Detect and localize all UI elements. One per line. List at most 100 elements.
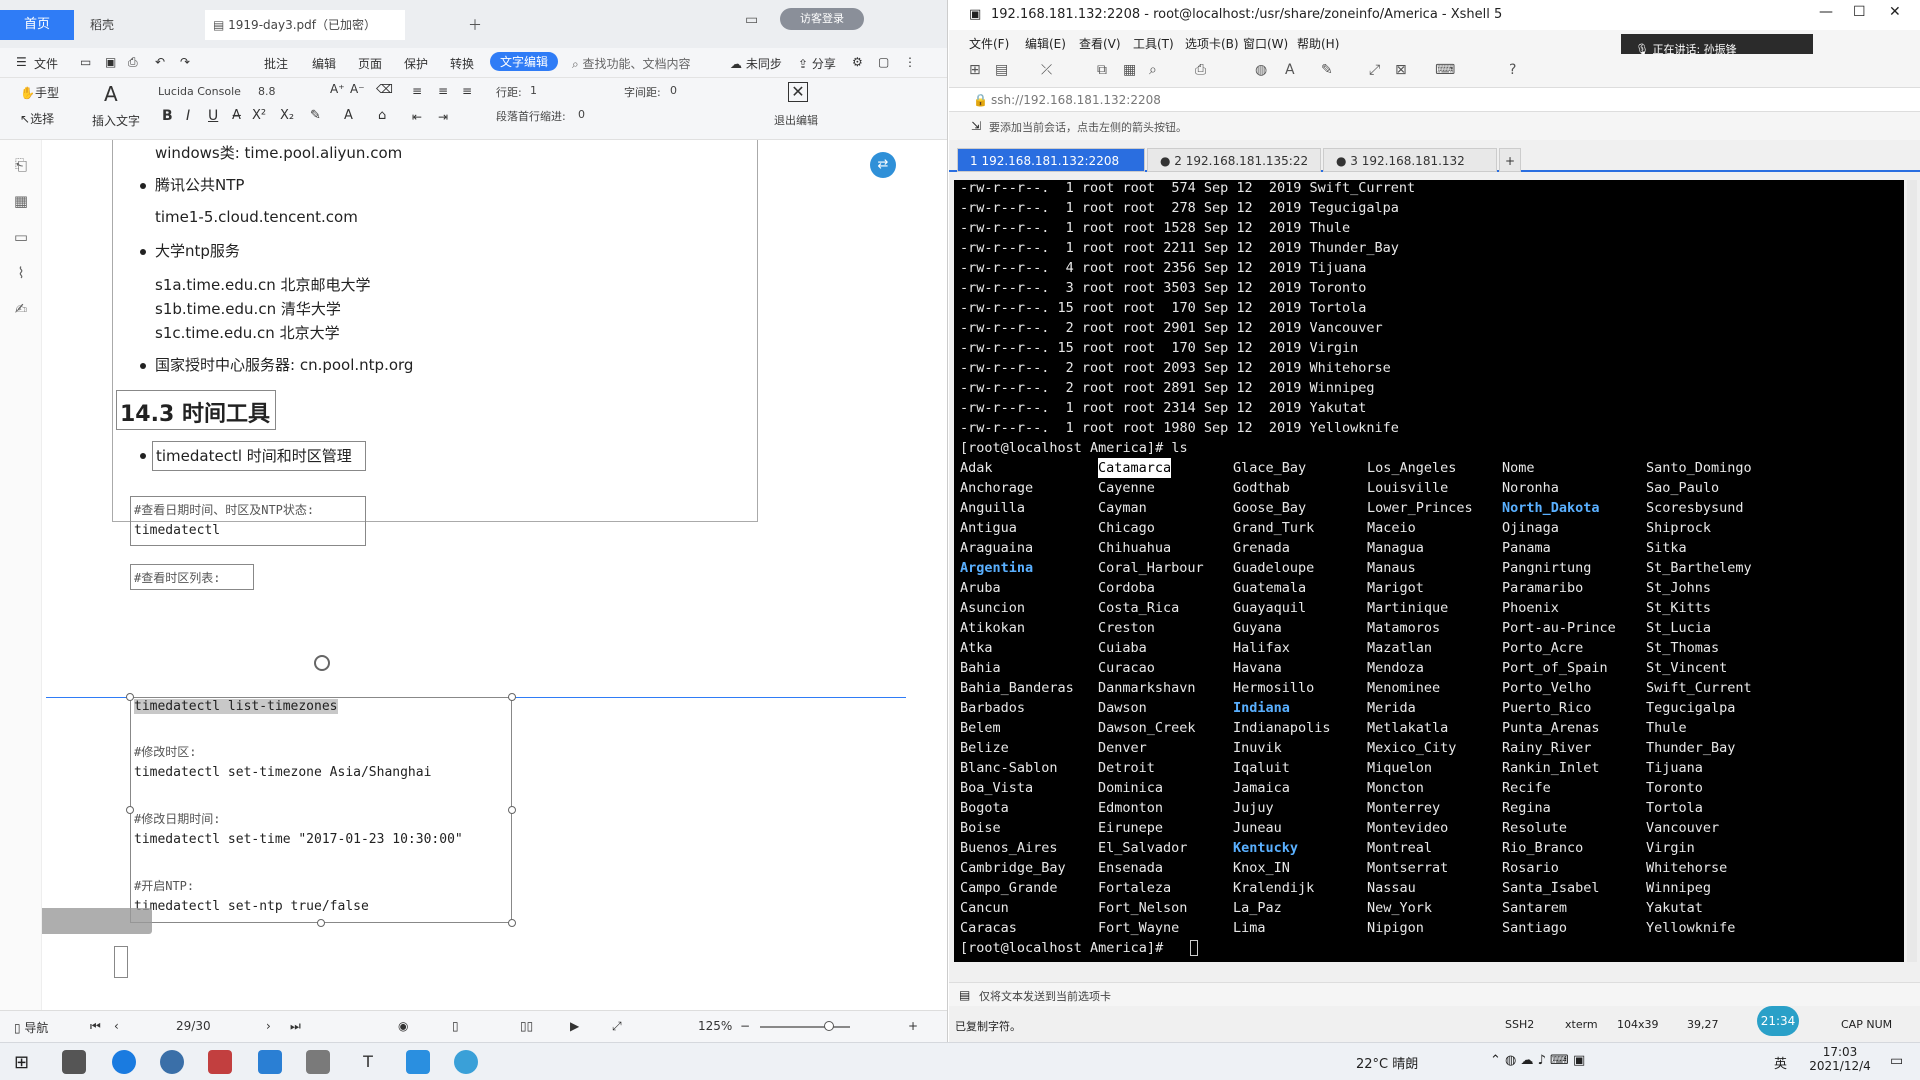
menu-annotate[interactable]: 批注	[264, 55, 288, 72]
weather-widget[interactable]: 22°C 晴朗	[1356, 1053, 1418, 1072]
font-shrink-icon[interactable]: A⁻	[350, 82, 365, 96]
keyboard-icon[interactable]: ⌨	[1435, 62, 1455, 78]
font-color-button[interactable]: A	[344, 108, 353, 123]
disconnect-icon[interactable]: ⤫	[1041, 62, 1052, 78]
indent-increase-icon[interactable]: ⇥	[438, 110, 448, 124]
app-icon[interactable]	[454, 1050, 478, 1074]
send-bar[interactable]: ▤ 仅将文本发送到当前选项卡	[949, 982, 1920, 1006]
play-icon[interactable]: ▶	[570, 1019, 579, 1033]
underline-button[interactable]: U	[208, 108, 218, 124]
attachment-icon[interactable]: ⌇	[12, 264, 30, 282]
window-layout-icon[interactable]: ▭	[745, 12, 758, 28]
italic-button[interactable]: I	[186, 108, 190, 124]
page-indicator[interactable]: 29/30	[176, 1019, 211, 1033]
help-icon[interactable]: ?	[1509, 62, 1516, 78]
eye-mode-icon[interactable]: ◉	[398, 1019, 408, 1033]
typora-icon[interactable]: T	[356, 1050, 380, 1074]
indent-decrease-icon[interactable]: ⇤	[412, 110, 422, 124]
copy-icon[interactable]: ⧉	[1097, 62, 1107, 78]
prev-page-icon[interactable]: ‹	[114, 1019, 119, 1033]
signature-icon[interactable]: ✍	[12, 300, 30, 318]
clear-format-icon[interactable]: ⌂	[378, 108, 386, 123]
font-icon[interactable]: A	[1285, 62, 1295, 78]
save-icon[interactable]: ▣	[105, 55, 116, 69]
zoom-in-button[interactable]: +	[908, 1019, 918, 1033]
indent-input[interactable]: 0	[578, 108, 585, 121]
session-tab-3[interactable]: ● 3 192.168.181.132	[1323, 148, 1497, 172]
menu-tabs[interactable]: 选项卡(B)	[1185, 35, 1239, 52]
app-icon[interactable]	[62, 1050, 86, 1074]
app-icon[interactable]	[306, 1050, 330, 1074]
zoom-level[interactable]: 125%	[698, 1019, 732, 1033]
align-left-icon[interactable]: ≡	[412, 84, 422, 98]
menu-protect[interactable]: 保护	[404, 55, 428, 72]
select-tool[interactable]: ↖选择	[20, 110, 54, 127]
resize-handle[interactable]	[126, 693, 134, 701]
unsync-button[interactable]: ☁ 未同步	[730, 55, 782, 72]
last-page-icon[interactable]: ⏭	[290, 1019, 301, 1034]
menu-view[interactable]: 查看(V)	[1079, 35, 1121, 52]
resize-handle[interactable]	[508, 693, 516, 701]
lock-icon[interactable]: ⊠	[1395, 62, 1407, 78]
guest-login-button[interactable]: 访客登录	[780, 8, 864, 30]
settings-icon[interactable]: ⚙	[852, 55, 863, 69]
close-button[interactable]: ✕	[1889, 4, 1901, 20]
xshell-address-bar[interactable]: 🔒 ssh://192.168.181.132:2208	[949, 88, 1920, 112]
resize-handle[interactable]	[508, 806, 516, 814]
menu-window[interactable]: 窗口(W)	[1243, 35, 1288, 52]
edge-icon[interactable]	[112, 1050, 136, 1074]
send-menu-icon[interactable]: ▤	[959, 988, 970, 1002]
tab-draft[interactable]: 稻壳	[82, 10, 122, 40]
bookmark-icon[interactable]: ⎗	[12, 156, 30, 174]
menu-page[interactable]: 页面	[358, 55, 382, 72]
open-icon[interactable]: ▭	[80, 55, 91, 69]
print-icon[interactable]: ⎙	[1195, 62, 1206, 78]
font-select[interactable]: Lucida Console	[158, 85, 241, 98]
redo-icon[interactable]: ↷	[180, 55, 190, 69]
undo-icon[interactable]: ↶	[155, 55, 165, 69]
fit-page-icon[interactable]: ⤢	[612, 1019, 622, 1034]
translate-float-icon[interactable]: ⇄	[870, 152, 896, 178]
wps-icon[interactable]	[208, 1050, 232, 1074]
menu-help[interactable]: 帮助(H)	[1297, 35, 1339, 52]
globe-icon[interactable]: ◍	[1255, 62, 1267, 78]
menu-tools[interactable]: 工具(T)	[1133, 35, 1174, 52]
address-input[interactable]: ssh://192.168.181.132:2208	[991, 93, 1161, 107]
new-session-icon[interactable]: ⊞	[969, 62, 981, 78]
first-page-icon[interactable]: ⏮	[90, 1019, 101, 1034]
share-button[interactable]: ⇪ 分享	[798, 55, 836, 72]
clock[interactable]: 17:03 2021/12/4	[1800, 1045, 1880, 1073]
tab-document[interactable]: ▤ 1919-day3.pdf（已加密）	[205, 10, 405, 40]
line-spacing-input[interactable]: 1	[530, 84, 537, 97]
photos-icon[interactable]	[406, 1050, 430, 1074]
menu-file[interactable]: 文件(F)	[969, 35, 1009, 52]
paste-icon[interactable]: ▦	[1123, 62, 1136, 78]
fullscreen-icon[interactable]: ⤢	[1369, 62, 1380, 78]
windows-start-icon[interactable]: ⊞	[14, 1052, 29, 1073]
new-tab-button[interactable]: ＋	[468, 15, 482, 35]
add-tab-button[interactable]: +	[1499, 148, 1521, 172]
resize-handle[interactable]	[508, 919, 516, 927]
terminal-area[interactable]: -rw-r--r--. 1 root root 574 Sep 12 2019 …	[954, 180, 1904, 962]
notification-icon[interactable]: ▭	[1890, 1053, 1903, 1069]
open-folder-icon[interactable]: ▤	[995, 62, 1008, 78]
session-tab-1[interactable]: 1 192.168.181.132:2208	[957, 148, 1145, 172]
minimize-button[interactable]: —	[1819, 4, 1833, 20]
subscript-button[interactable]: X₂	[280, 108, 294, 123]
strikethrough-button[interactable]: A̶	[232, 108, 241, 123]
menu-edit[interactable]: 编辑(E)	[1025, 35, 1066, 52]
xshell-taskbar-icon[interactable]	[258, 1050, 282, 1074]
tray-icons[interactable]: ⌃ ◍ ☁ ♪ ⌨ ▣	[1490, 1053, 1585, 1068]
comment-icon[interactable]: ▢	[878, 55, 889, 69]
single-page-icon[interactable]: ▯	[452, 1019, 459, 1033]
menu-convert[interactable]: 转换	[450, 55, 474, 72]
chrome-icon[interactable]	[160, 1050, 184, 1074]
arrow-icon[interactable]: ⇲	[971, 119, 981, 133]
terminal-scrollbar[interactable]	[1907, 180, 1917, 962]
menu-text-edit[interactable]: 文字编辑	[490, 52, 559, 71]
bold-button[interactable]: B	[162, 108, 173, 124]
hamburger-icon[interactable]: ☰	[16, 55, 27, 69]
zoom-slider[interactable]	[760, 1026, 850, 1028]
insert-text-button[interactable]: 插入文字	[92, 112, 140, 129]
align-right-icon[interactable]: ≡	[462, 84, 472, 98]
